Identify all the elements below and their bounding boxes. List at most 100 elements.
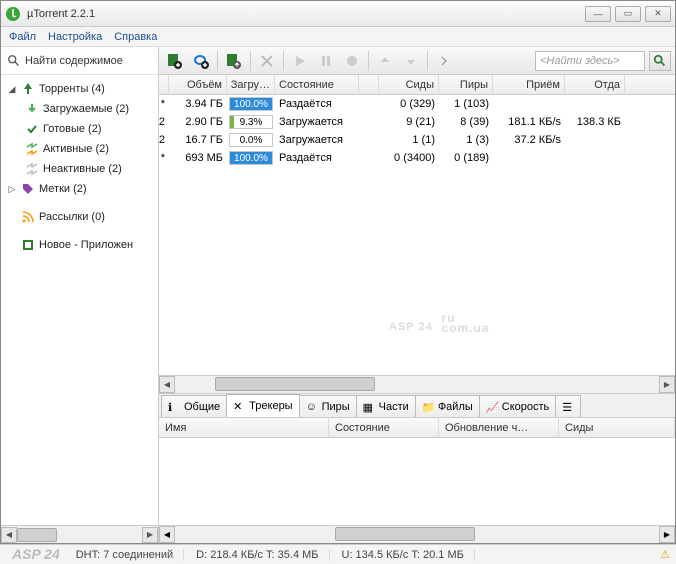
sidebar-item-apps[interactable]: Новое - Приложен <box>3 235 156 255</box>
minimize-button[interactable]: — <box>585 6 611 22</box>
expand-icon[interactable]: ▷ <box>7 184 17 195</box>
files-icon: 📁 <box>422 401 434 413</box>
sidebar-tree: ◢ Торренты (4) Загружаемые (2) Готовые (… <box>1 75 158 525</box>
row-peers: 8 (39) <box>439 116 493 128</box>
sidebar-item-feeds[interactable]: Рассылки (0) <box>3 207 156 227</box>
detail-tabs: ℹОбщие ✕Трекеры ☺Пиры ▦Части 📁Файлы 📈Ско… <box>159 394 675 418</box>
scroll-left-icon[interactable]: ◀ <box>159 376 175 393</box>
scroll-left-icon[interactable]: ◀ <box>159 526 175 543</box>
start-button[interactable] <box>288 49 312 73</box>
col-seeds[interactable]: Сиды <box>379 75 439 94</box>
pieces-icon: ▦ <box>363 401 375 413</box>
tab-files[interactable]: 📁Файлы <box>415 395 480 417</box>
more-icon: ☰ <box>562 401 574 413</box>
col-blank[interactable] <box>359 75 379 94</box>
statusbar: ASP 24 DHT: 7 соединений D: 218.4 КБ/с T… <box>0 544 676 564</box>
stop-button[interactable] <box>340 49 364 73</box>
detail-hscroll[interactable]: ◀ ▶ <box>159 525 675 543</box>
move-up-button[interactable] <box>373 49 397 73</box>
sidebar-item-labels[interactable]: ▷ Метки (2) <box>3 179 156 199</box>
maximize-button[interactable]: ▭ <box>615 6 641 22</box>
close-button[interactable]: ✕ <box>645 6 671 22</box>
trackers-icon: ✕ <box>233 400 245 412</box>
rss-icon <box>21 210 35 224</box>
table-row[interactable]: 22.90 ГБ9.3%Загружается9 (21)8 (39)181.1… <box>159 113 675 131</box>
sidebar-item-completed[interactable]: Готовые (2) <box>3 119 156 139</box>
table-row[interactable]: *693 МБ100.0%Раздаётся0 (3400)0 (189) <box>159 149 675 167</box>
pause-button[interactable] <box>314 49 338 73</box>
col-size[interactable]: Объём <box>169 75 227 94</box>
scroll-right-icon[interactable]: ▶ <box>659 376 675 393</box>
row-size: 16.7 ГБ <box>169 134 227 146</box>
add-url-button[interactable] <box>189 49 213 73</box>
move-down-button[interactable] <box>399 49 423 73</box>
tab-speed[interactable]: 📈Скорость <box>479 395 557 417</box>
menu-help[interactable]: Справка <box>114 31 157 43</box>
row-state: Загружается <box>275 134 359 146</box>
tab-more[interactable]: ☰ <box>555 395 581 417</box>
sidebar-item-label: Активные (2) <box>43 143 109 155</box>
chevron-right-icon[interactable] <box>432 49 456 73</box>
toolbar-search-go[interactable] <box>649 51 671 71</box>
grid-hscroll[interactable]: ◀ ▶ <box>159 375 675 393</box>
create-torrent-button[interactable] <box>222 49 246 73</box>
sidebar-item-inactive[interactable]: Неактивные (2) <box>3 159 156 179</box>
sidebar-item-active[interactable]: Активные (2) <box>3 139 156 159</box>
tab-pieces[interactable]: ▦Части <box>356 395 416 417</box>
row-dl: 37.2 КБ/s <box>493 134 565 146</box>
dcol-state[interactable]: Состояние <box>329 418 439 437</box>
sidebar-search-label: Найти содержимое <box>25 55 123 67</box>
tab-trackers[interactable]: ✕Трекеры <box>226 394 299 417</box>
col-peers[interactable]: Пиры <box>439 75 493 94</box>
row-peers: 1 (103) <box>439 98 493 110</box>
dcol-seeds[interactable]: Сиды <box>559 418 675 437</box>
status-upload: U: 134.5 КБ/с T: 20.1 МБ <box>342 549 475 561</box>
tab-general[interactable]: ℹОбщие <box>161 395 227 417</box>
sidebar-item-label: Неактивные (2) <box>43 163 122 175</box>
sidebar-item-label: Готовые (2) <box>43 123 102 135</box>
dcol-name[interactable]: Имя <box>159 418 329 437</box>
sidebar-item-torrents[interactable]: ◢ Торренты (4) <box>3 79 156 99</box>
col-upload[interactable]: Отда <box>565 75 625 94</box>
search-icon <box>7 54 21 68</box>
sidebar-item-label: Метки (2) <box>39 183 87 195</box>
add-torrent-button[interactable] <box>163 49 187 73</box>
col-download[interactable]: Приём <box>493 75 565 94</box>
table-row[interactable]: 216.7 ГБ0.0%Загружается1 (1)1 (3)37.2 КБ… <box>159 131 675 149</box>
speed-icon: 📈 <box>486 401 498 413</box>
app-icon <box>5 6 21 22</box>
window-title: µTorrent 2.2.1 <box>27 8 585 20</box>
sidebar-item-label: Торренты (4) <box>39 83 105 95</box>
row-mark: 2 <box>159 116 169 128</box>
col-state[interactable]: Состояние <box>275 75 359 94</box>
tab-peers[interactable]: ☺Пиры <box>299 395 357 417</box>
scroll-left-icon[interactable]: ◀ <box>1 527 17 543</box>
status-download: D: 218.4 КБ/с T: 35.4 МБ <box>196 549 329 561</box>
toolbar-search-input[interactable]: <Найти здесь> <box>535 51 645 71</box>
scroll-thumb[interactable] <box>335 527 475 541</box>
row-size: 2.90 ГБ <box>169 116 227 128</box>
check-icon <box>25 122 39 136</box>
menu-file[interactable]: Файл <box>9 31 36 43</box>
dcol-update[interactable]: Обновление ч… <box>439 418 559 437</box>
sidebar-hscroll[interactable]: ◀ ▶ <box>1 525 158 543</box>
expand-icon[interactable]: ◢ <box>7 84 17 95</box>
row-peers: 0 (189) <box>439 152 493 164</box>
apps-icon <box>21 238 35 252</box>
scroll-right-icon[interactable]: ▶ <box>659 526 675 543</box>
scroll-right-icon[interactable]: ▶ <box>142 527 158 543</box>
col-progress[interactable]: Загру… <box>227 75 275 94</box>
col-mark[interactable] <box>159 75 169 94</box>
sidebar-item-label: Рассылки (0) <box>39 211 105 223</box>
sidebar-item-downloading[interactable]: Загружаемые (2) <box>3 99 156 119</box>
row-seeds: 0 (329) <box>379 98 439 110</box>
remove-button[interactable] <box>255 49 279 73</box>
peers-icon: ☺ <box>306 401 318 413</box>
table-row[interactable]: *3.94 ГБ100.0%Раздаётся0 (329)1 (103) <box>159 95 675 113</box>
row-progress: 0.0% <box>227 133 275 147</box>
scroll-thumb[interactable] <box>215 377 375 391</box>
scroll-thumb[interactable] <box>17 528 57 542</box>
row-peers: 1 (3) <box>439 134 493 146</box>
menu-options[interactable]: Настройка <box>48 31 102 43</box>
sidebar-search[interactable]: Найти содержимое <box>1 47 158 75</box>
